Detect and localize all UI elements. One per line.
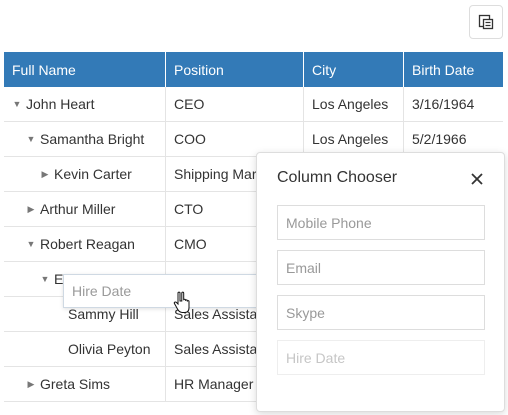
expand-arrow-icon[interactable]: ▶ xyxy=(24,379,38,390)
full-name-text: Greta Sims xyxy=(40,376,111,392)
column-chooser-item[interactable]: Skype xyxy=(277,295,485,330)
full-name-text: Olivia Peyton xyxy=(68,341,151,357)
cell-full-name: ▼ John Heart xyxy=(4,87,166,121)
cell-full-name: ▶ Arthur Miller xyxy=(4,192,166,226)
full-name-text: Robert Reagan xyxy=(40,236,135,252)
cell-full-name: ▶ Greta Sims xyxy=(4,367,166,401)
close-icon[interactable] xyxy=(468,170,486,188)
collapse-arrow-icon[interactable]: ▼ xyxy=(10,99,24,109)
collapse-arrow-icon[interactable]: ▼ xyxy=(38,274,52,284)
column-chooser-item[interactable]: Mobile Phone xyxy=(277,205,485,240)
table-row[interactable]: ▼ John Heart CEO Los Angeles 3/16/1964 xyxy=(4,87,503,122)
column-chooser-button[interactable] xyxy=(469,5,503,39)
header-position[interactable]: Position xyxy=(166,52,304,87)
full-name-text: Samantha Bright xyxy=(40,131,145,147)
dragged-column-label: Hire Date xyxy=(72,283,132,299)
cell-full-name: ▼ Samantha Bright xyxy=(4,122,166,156)
full-name-text: Kevin Carter xyxy=(54,166,132,182)
column-chooser-item-placeholder: Hire Date xyxy=(277,340,485,375)
collapse-arrow-icon[interactable]: ▼ xyxy=(24,134,38,144)
full-name-text: Arthur Miller xyxy=(40,201,116,217)
cell-full-name: Olivia Peyton xyxy=(4,332,166,366)
full-name-text: Sammy Hill xyxy=(68,306,139,322)
hand-cursor-icon xyxy=(173,291,190,313)
cell-city: Los Angeles xyxy=(304,122,404,156)
column-chooser-panel: Column Chooser Mobile Phone Email Skype … xyxy=(256,152,505,412)
cell-full-name: ▶ Kevin Carter xyxy=(4,157,166,191)
collapse-arrow-icon[interactable]: ▼ xyxy=(24,239,38,249)
full-name-text: John Heart xyxy=(26,96,95,112)
dragged-column-header[interactable]: Hire Date xyxy=(63,274,271,308)
cell-city: Los Angeles xyxy=(304,87,404,121)
column-chooser-icon xyxy=(478,14,494,30)
cell-birth-date: 3/16/1964 xyxy=(412,96,475,112)
header-city[interactable]: City xyxy=(304,52,404,87)
cell-position: CEO xyxy=(166,87,304,121)
header-full-name[interactable]: Full Name xyxy=(4,52,166,87)
cell-position: COO xyxy=(166,122,304,156)
cell-full-name: ▼ Robert Reagan xyxy=(4,227,166,261)
header-birth-date[interactable]: Birth Date xyxy=(404,52,503,87)
expand-arrow-icon[interactable]: ▶ xyxy=(38,169,52,180)
column-chooser-item[interactable]: Email xyxy=(277,250,485,285)
expand-arrow-icon[interactable]: ▶ xyxy=(24,204,38,215)
cell-birth-date: 5/2/1966 xyxy=(412,131,467,147)
column-chooser-title: Column Chooser xyxy=(277,169,398,186)
header-row: Full Name Position City Birth Date xyxy=(4,52,503,87)
